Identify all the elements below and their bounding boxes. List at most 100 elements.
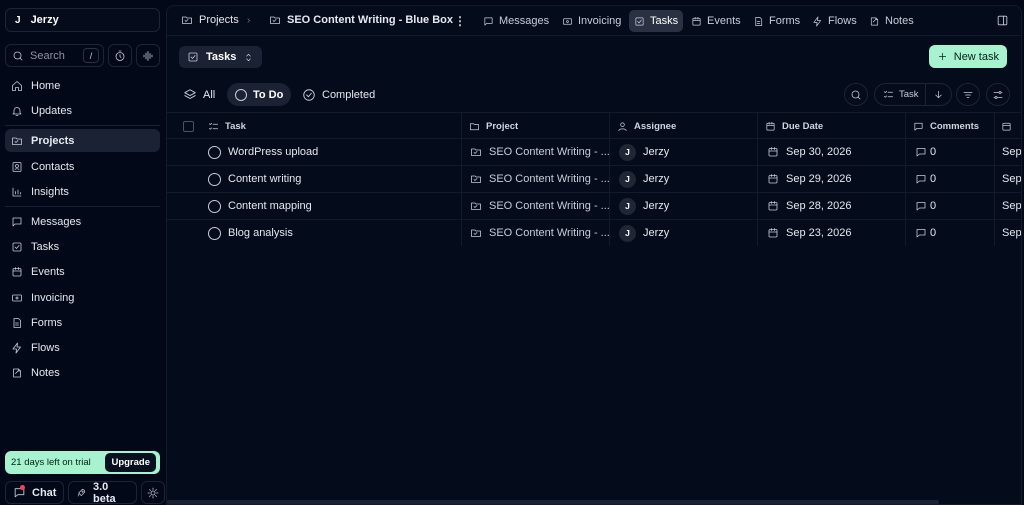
filter-label: To Do [253,88,284,101]
column-due-date[interactable]: Due Date [765,113,823,139]
due-date-cell[interactable]: Sep 28, 2026 [767,193,851,219]
comments-cell[interactable]: 0 [915,166,936,192]
theme-toggle[interactable] [141,481,165,504]
project-cell[interactable]: SEO Content Writing - ... [470,220,610,246]
column-task[interactable]: Task [208,113,246,139]
new-task-button[interactable]: New task [928,45,1007,68]
column-next[interactable] [1001,113,1012,139]
version-button[interactable]: 3.0 beta [68,481,137,505]
folder-icon [471,175,481,183]
filter-lines-icon [963,91,973,98]
task-cell[interactable]: Content writing [208,166,301,192]
bolt-icon [813,16,822,26]
column-project[interactable]: Project [469,113,518,139]
horizontal-scrollbar[interactable] [167,500,939,504]
sort-field[interactable]: Task [875,84,926,105]
upgrade-button[interactable]: Upgrade [105,453,156,472]
view-select[interactable]: Tasks [179,46,263,68]
search-button[interactable] [844,83,868,106]
comments-cell[interactable]: 0 [915,139,936,165]
column-comments[interactable]: Comments [913,113,979,139]
sidebar-item-notes[interactable]: Notes [5,361,160,384]
column-assignee[interactable]: Assignee [617,113,676,139]
tab-notes[interactable]: Notes [864,10,919,32]
assignee-cell[interactable]: J Jerzy [619,193,669,219]
task-status-circle[interactable] [208,145,221,159]
check-circle-icon [303,88,315,101]
voice-button[interactable] [136,44,160,67]
table-row[interactable]: WordPress upload SEO Content Writing - .… [167,139,1021,166]
extra-cell[interactable]: Sep [1002,139,1021,165]
task-status-circle[interactable] [208,226,221,240]
column-label: Task [225,120,246,132]
message-icon [484,16,493,26]
due-date-cell[interactable]: Sep 29, 2026 [767,166,851,192]
sidebar-item-projects[interactable]: Projects [5,129,160,152]
panel-toggle-button[interactable] [996,14,1009,27]
tab-tasks[interactable]: Tasks [629,10,684,32]
sort-control[interactable]: Task [874,83,952,106]
more-options-icon[interactable]: ⋮ [454,14,466,28]
sidebar-item-invoicing[interactable]: Invoicing [5,286,160,309]
tab-invoicing[interactable]: Invoicing [557,10,626,32]
tab-events[interactable]: Events [686,10,746,32]
sidebar-item-forms[interactable]: Forms [5,311,160,334]
chat-button[interactable]: Chat [5,481,65,504]
sidebar-item-flows[interactable]: Flows [5,336,160,359]
timer-button[interactable] [108,44,132,67]
project-cell[interactable]: SEO Content Writing - ... [470,166,610,192]
filter-all[interactable]: All [175,83,223,106]
tab-flows[interactable]: Flows [807,10,862,32]
extra-cell[interactable]: Sep [1002,193,1021,219]
task-status-circle[interactable] [208,199,221,213]
checkbox[interactable] [183,120,194,132]
sidebar-item-home[interactable]: Home [5,74,160,97]
sidebar-footer: Chat 3.0 beta [5,481,165,505]
tab-messages[interactable]: Messages [478,10,554,32]
filter-completed[interactable]: Completed [294,83,383,106]
comments-cell[interactable]: 0 [915,220,936,246]
assignee-cell[interactable]: J Jerzy [619,220,669,246]
filter-to-do[interactable]: To Do [227,83,292,106]
due-date-cell[interactable]: Sep 30, 2026 [767,139,851,165]
comments-cell[interactable]: 0 [915,193,936,219]
sidebar-divider [5,125,160,126]
extra-cell[interactable]: Sep [1002,220,1021,246]
sidebar-item-label: Contacts [31,160,75,173]
workspace-switcher[interactable]: J Jerzy [5,8,160,32]
assignee-cell[interactable]: J Jerzy [619,166,669,192]
filter-button[interactable] [956,83,980,106]
task-status-circle[interactable] [208,172,221,186]
due-date-cell[interactable]: Sep 23, 2026 [767,220,851,246]
breadcrumb-project[interactable]: SEO Content Writing - Blue Box [269,14,453,26]
task-cell[interactable]: Content mapping [208,193,312,219]
select-all-checkbox[interactable] [183,113,194,139]
form-icon [13,317,21,328]
sidebar-item-events[interactable]: Events [5,260,160,283]
assignee-cell[interactable]: J Jerzy [619,139,669,165]
search-input[interactable]: Search / [5,44,104,67]
breadcrumb-projects[interactable]: Projects [181,14,239,26]
sidebar-item-tasks[interactable]: Tasks [5,235,160,258]
new-task-label: New task [953,50,999,63]
project-cell[interactable]: SEO Content Writing - ... [470,139,610,165]
sidebar-item-messages[interactable]: Messages [5,210,160,233]
sidebar-item-contacts[interactable]: Contacts [5,155,160,178]
settings-button[interactable] [986,83,1010,106]
project-cell[interactable]: SEO Content Writing - ... [470,193,610,219]
extra-cell[interactable]: Sep [1002,166,1021,192]
table-row[interactable]: Blog analysis SEO Content Writing - ... … [167,220,1021,247]
sort-direction[interactable] [926,89,951,100]
task-cell[interactable]: Blog analysis [208,220,293,246]
tab-forms[interactable]: Forms [748,10,805,32]
sidebar-item-label: Insights [31,185,69,198]
sidebar-item-insights[interactable]: Insights [5,180,160,203]
view-select-label: Tasks [206,51,237,63]
table-row[interactable]: Content mapping SEO Content Writing - ..… [167,193,1021,220]
table-row[interactable]: Content writing SEO Content Writing - ..… [167,166,1021,193]
task-cell[interactable]: WordPress upload [208,139,318,165]
calendar-icon [12,266,22,276]
sidebar-item-label: Updates [31,104,72,117]
bell-icon [12,106,22,116]
sidebar-item-updates[interactable]: Updates [5,99,160,122]
